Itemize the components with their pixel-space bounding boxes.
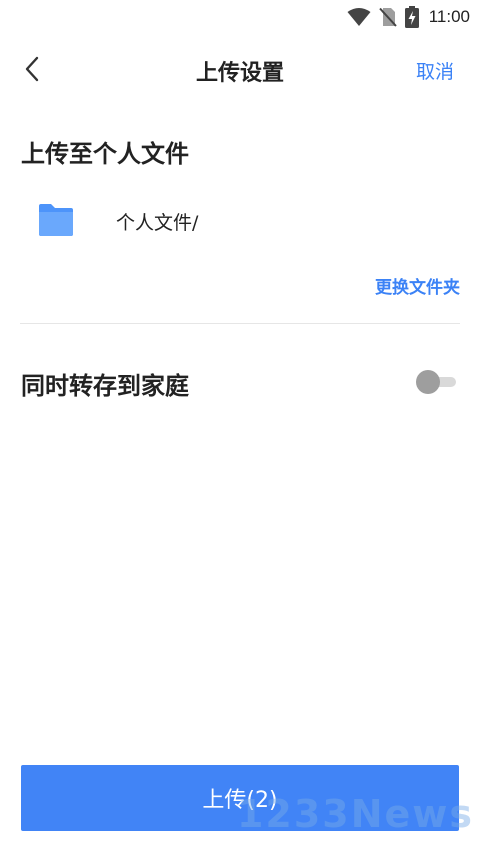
save-to-family-toggle[interactable] [416, 370, 456, 394]
folder-path: 个人文件/ [116, 211, 199, 234]
watermark: 1233News [236, 792, 474, 836]
folder-row: 个人文件/ [36, 203, 198, 239]
cancel-button[interactable]: 取消 [416, 57, 454, 84]
battery-charging-icon [404, 6, 419, 28]
page-title: 上传设置 [195, 61, 284, 86]
status-time: 11:00 [428, 7, 470, 26]
folder-icon [39, 204, 73, 236]
status-icons: 11:00 [347, 5, 470, 29]
divider [20, 323, 460, 324]
destination-heading: 上传至个人文件 [21, 140, 189, 168]
save-to-family-row: 同时转存到家庭 [21, 362, 460, 402]
status-bar: 11:00 [0, 0, 480, 34]
toggle-knob [416, 370, 440, 394]
save-to-family-label: 同时转存到家庭 [21, 372, 189, 400]
no-sim-icon [378, 7, 397, 27]
title-bar: 上传设置 取消 [0, 42, 480, 96]
wifi-icon [347, 8, 371, 26]
change-folder-button[interactable]: 更换文件夹 [375, 273, 460, 298]
